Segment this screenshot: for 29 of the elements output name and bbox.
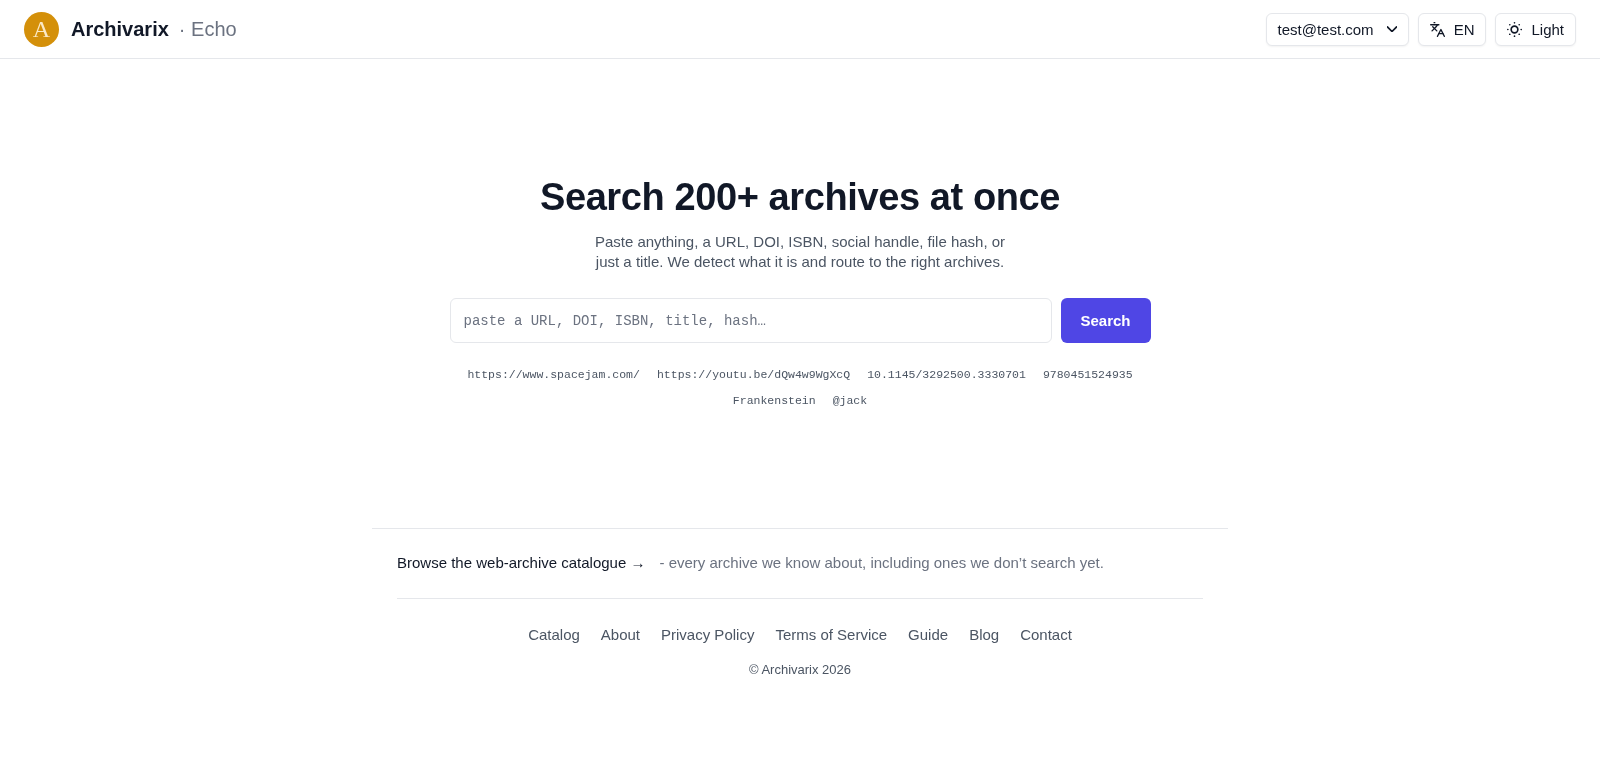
search-input[interactable]: paste a URL, DOI, ISBN, title, hash… xyxy=(449,298,1052,343)
footer-link[interactable]: Contact xyxy=(1020,625,1072,645)
example-query[interactable]: 9780451524935 xyxy=(1038,365,1137,384)
footer-link[interactable]: Privacy Policy xyxy=(661,625,755,645)
chevron-down-icon xyxy=(1386,26,1397,32)
translate-icon xyxy=(1429,21,1445,37)
example-query[interactable]: https://youtu.be/dQw4w9WgXcQ xyxy=(652,365,855,384)
example-query[interactable]: 10.1145/3292500.3330701 xyxy=(863,365,1030,384)
copyright: © Archivarix 2026 xyxy=(748,661,852,679)
footer-link[interactable]: Terms of Service xyxy=(775,625,888,645)
catalogue-link[interactable]: Browse the web-archive catalogue → xyxy=(397,552,646,574)
footer-link[interactable]: Blog xyxy=(969,625,1000,645)
catalogue-description: - every archive we know about, including ones we don’t search yet. xyxy=(659,553,1104,573)
theme-button[interactable]: Light xyxy=(1495,12,1576,46)
search-button[interactable]: Search xyxy=(1060,298,1151,343)
footer-link[interactable]: About xyxy=(600,625,641,645)
example-query[interactable]: Frankenstein xyxy=(728,391,820,410)
example-query[interactable]: @jack xyxy=(828,391,872,410)
subtitle: Paste anything, a URL, DOI, ISBN, social handle, file hash, or just a title. We detect what it is and route to the right archives. xyxy=(593,232,1007,272)
example-query[interactable]: https://www.spacejam.com/ xyxy=(463,365,644,384)
product-name: · Echo xyxy=(178,17,237,41)
footer-link[interactable]: Guide xyxy=(908,625,949,645)
brand-name[interactable]: Archivarix xyxy=(71,17,169,41)
language-button[interactable]: EN xyxy=(1417,12,1487,46)
sun-icon xyxy=(1507,21,1523,37)
page-title: Search 200+ archives at once xyxy=(539,175,1061,220)
logo-mark: A xyxy=(24,11,59,47)
account-dropdown[interactable]: test@test.com xyxy=(1265,12,1409,46)
footer-link[interactable]: Catalog xyxy=(528,625,580,645)
